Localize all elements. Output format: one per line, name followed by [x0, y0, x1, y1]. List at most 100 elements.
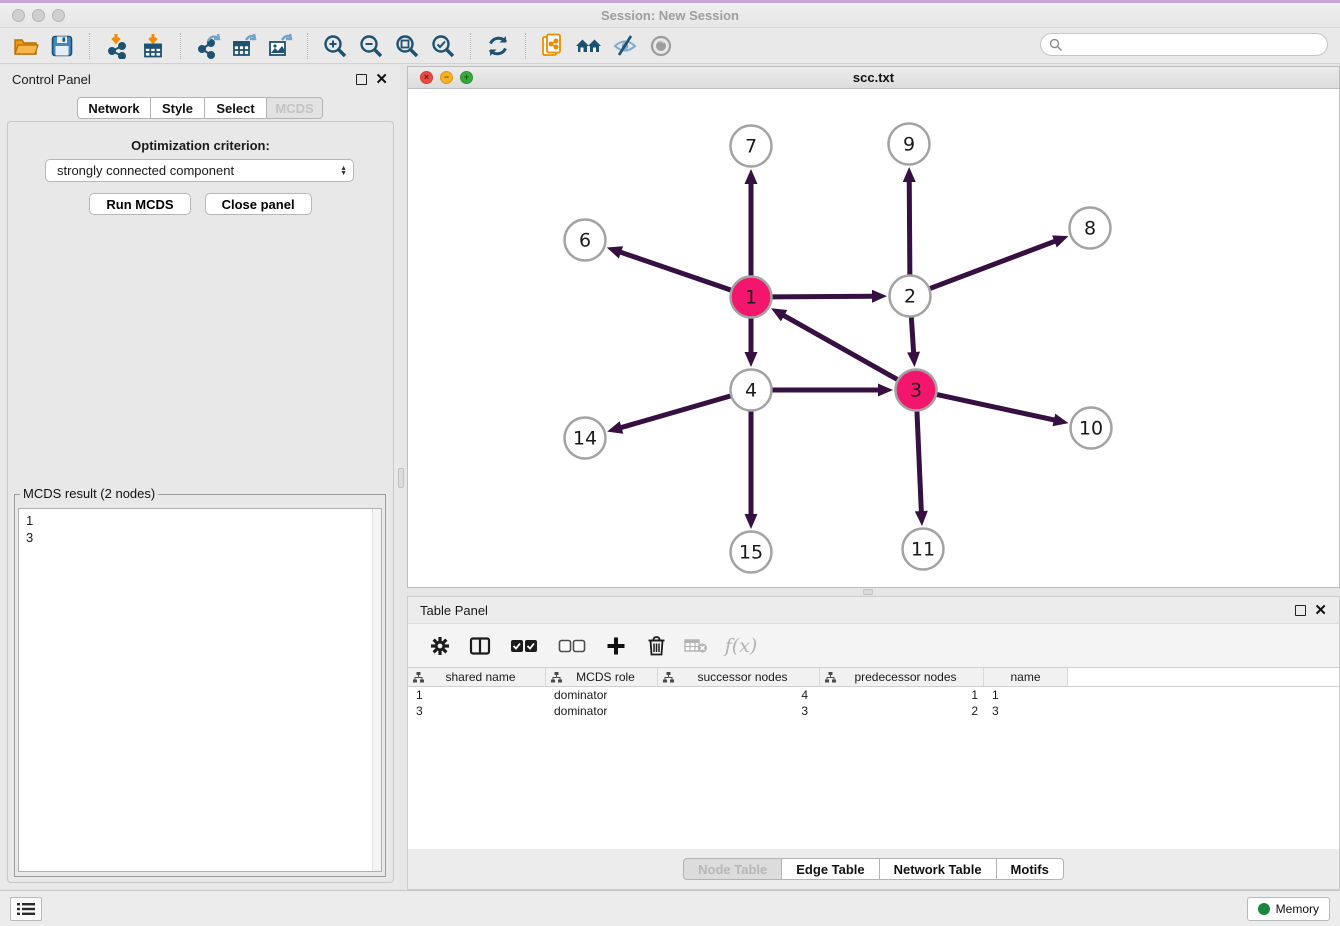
close-table-panel-icon[interactable]: ✕ [1314, 605, 1327, 616]
network-canvas[interactable]: 7968124314101511 [408, 89, 1339, 587]
graph-edge-arrowhead [607, 421, 623, 433]
tab-motifs[interactable]: Motifs [997, 858, 1064, 880]
toolbar-separator [525, 33, 526, 59]
open-file-button[interactable] [8, 30, 44, 62]
graph-edge-4-14[interactable] [620, 396, 731, 428]
result-scrollbar[interactable] [372, 509, 381, 871]
export-network-icon [195, 33, 221, 59]
graph-node-label: 8 [1084, 218, 1096, 240]
mcds-result-title: MCDS result (2 nodes) [20, 486, 158, 501]
network-view-window: × − + scc.txt 7968124314101511 [407, 66, 1340, 588]
checked-boxes-icon [510, 639, 538, 653]
save-session-button[interactable] [44, 30, 80, 62]
zoom-in-icon [322, 33, 348, 59]
table-settings-button[interactable] [428, 634, 452, 658]
create-column-button[interactable] [604, 634, 628, 658]
show-graphics-details-button[interactable] [643, 30, 679, 62]
graph-edge-2-3[interactable] [911, 317, 913, 354]
vertical-splitter-handle[interactable] [398, 468, 404, 488]
org-chart-icon [413, 672, 424, 683]
graph-node-label: 15 [739, 542, 763, 564]
network-graph[interactable]: 7968124314101511 [408, 89, 1339, 587]
cell-shared-name[interactable]: 3 [408, 704, 546, 718]
cell-successor-nodes[interactable]: 3 [658, 704, 820, 718]
criterion-dropdown[interactable]: strongly connected component ▲▼ [45, 159, 354, 182]
zoom-selected-button[interactable] [425, 30, 461, 62]
tab-edge-table[interactable]: Edge Table [782, 858, 879, 880]
graph-edge-3-11[interactable] [917, 411, 921, 513]
delete-column-button[interactable] [644, 634, 668, 658]
cell-predecessor-nodes[interactable]: 2 [820, 704, 984, 718]
graph-edge-3-1[interactable] [782, 315, 897, 380]
import-table-icon [140, 33, 166, 59]
tab-mcds[interactable]: MCDS [267, 97, 323, 119]
cell-predecessor-nodes[interactable]: 1 [820, 688, 984, 702]
tab-style[interactable]: Style [151, 97, 205, 119]
apply-layout-button[interactable] [480, 30, 516, 62]
graph-edge-1-2[interactable] [772, 296, 874, 297]
column-header-successor-nodes[interactable]: successor nodes [658, 668, 820, 686]
graph-edge-arrowhead [1052, 414, 1068, 427]
toolbar-separator [89, 33, 90, 59]
graph-edge-1-6[interactable] [619, 252, 731, 290]
graph-node-label: 6 [579, 230, 591, 252]
run-mcds-button[interactable]: Run MCDS [89, 193, 190, 215]
import-table-button[interactable] [135, 30, 171, 62]
cell-name[interactable]: 3 [984, 704, 1068, 718]
cell-mcds-role[interactable]: dominator [546, 688, 658, 702]
close-panel-icon[interactable]: ✕ [375, 74, 388, 85]
mcds-result-group: MCDS result (2 nodes) 1 3 [14, 494, 386, 877]
tab-node-table[interactable]: Node Table [683, 858, 782, 880]
search-input[interactable] [1040, 33, 1328, 56]
graph-edge-arrowhead [878, 384, 893, 397]
save-floppy-icon [49, 33, 75, 59]
column-header-predecessor-nodes[interactable]: predecessor nodes [820, 668, 984, 686]
cell-shared-name[interactable]: 1 [408, 688, 546, 702]
float-table-panel-icon[interactable] [1295, 605, 1306, 616]
hide-graphics-details-button[interactable] [607, 30, 643, 62]
export-table-button[interactable] [226, 30, 262, 62]
toggle-panel-layout-button[interactable] [468, 634, 492, 658]
export-network-button[interactable] [190, 30, 226, 62]
delete-table-button-disabled [684, 634, 708, 658]
cell-successor-nodes[interactable]: 4 [658, 688, 820, 702]
zoom-fit-icon [394, 33, 420, 59]
table-row[interactable]: 1 dominator 4 1 1 [408, 687, 1339, 703]
cell-name[interactable]: 1 [984, 688, 1068, 702]
column-header-mcds-role[interactable]: MCDS role [546, 668, 658, 686]
export-table-icon [231, 33, 257, 59]
show-network-overview-button[interactable] [571, 30, 607, 62]
graph-node-label: 3 [910, 380, 922, 402]
select-all-columns-button[interactable] [508, 634, 540, 658]
main-titlebar: Session: New Session [0, 3, 1340, 28]
clone-network-button[interactable] [535, 30, 571, 62]
graph-edge-3-10[interactable] [937, 395, 1056, 421]
tab-select[interactable]: Select [205, 97, 267, 119]
graph-edge-arrowhead [1052, 235, 1068, 247]
import-network-button[interactable] [99, 30, 135, 62]
table-row[interactable]: 3 dominator 3 2 3 [408, 703, 1339, 719]
tab-network[interactable]: Network [77, 97, 151, 119]
column-header-name[interactable]: name [984, 668, 1068, 686]
horizontal-splitter-handle[interactable] [863, 589, 873, 595]
zoom-in-button[interactable] [317, 30, 353, 62]
graph-edge-arrowhead [915, 511, 928, 526]
export-image-button[interactable] [262, 30, 298, 62]
memory-button[interactable]: Memory [1247, 897, 1330, 921]
float-panel-icon[interactable] [356, 74, 367, 85]
graph-node-label: 7 [745, 136, 757, 158]
unselect-all-columns-button[interactable] [556, 634, 588, 658]
graph-edge-2-8[interactable] [930, 241, 1056, 289]
tab-network-table[interactable]: Network Table [880, 858, 997, 880]
cell-mcds-role[interactable]: dominator [546, 704, 658, 718]
column-header-shared-name[interactable]: shared name [408, 668, 546, 686]
zoom-out-button[interactable] [353, 30, 389, 62]
task-history-button[interactable] [10, 897, 42, 921]
zoom-fit-button[interactable] [389, 30, 425, 62]
main-toolbar [0, 28, 1340, 64]
graph-edge-arrowhead [872, 290, 887, 303]
graph-edge-2-9[interactable] [909, 180, 910, 275]
search-icon [1049, 38, 1063, 52]
window-title: Session: New Session [0, 8, 1340, 23]
close-panel-button[interactable]: Close panel [205, 193, 312, 215]
